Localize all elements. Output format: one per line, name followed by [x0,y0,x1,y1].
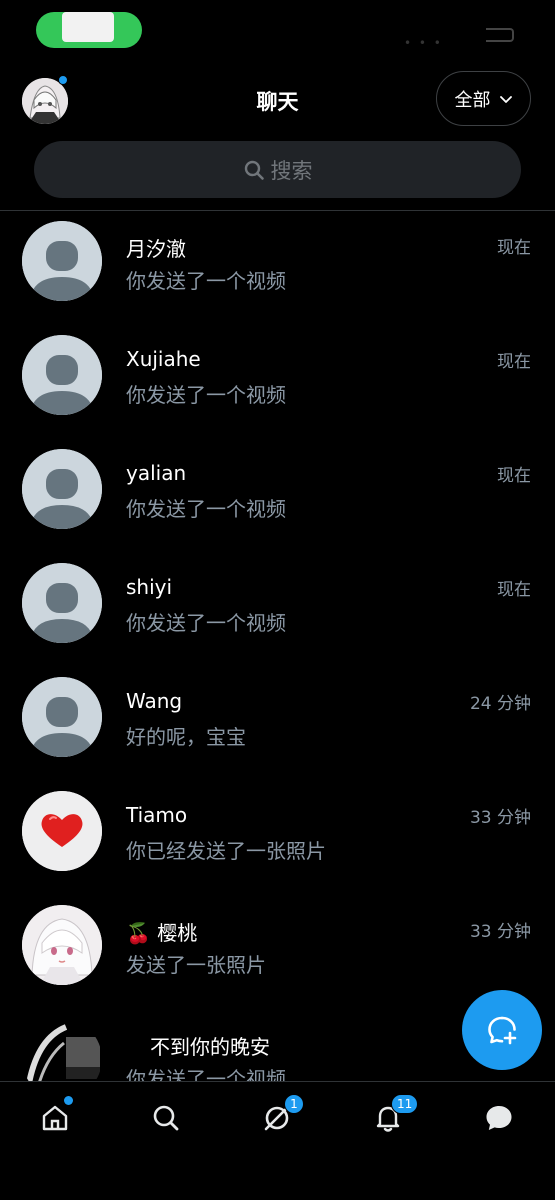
chat-name: Wang [126,689,183,713]
search-placeholder: 搜索 [270,158,313,183]
chat-list-item[interactable]: shiyi 你发送了一个视频 现在 [0,553,555,667]
chat-list: 月汐澈 你发送了一个视频 现在 Xujiahe 你发送了一个视频 现在 yali… [0,211,555,1081]
search-input[interactable]: 搜索 [34,141,521,198]
spaces-badge: 1 [284,1094,304,1114]
chat-name: 🍒 樱桃 [126,921,198,945]
nav-notifications[interactable]: 11 [363,1094,419,1138]
filter-button[interactable]: 全部 [436,71,531,126]
unread-dot [58,75,68,85]
chat-time: 24 分钟 [469,694,531,714]
default-avatar [22,335,102,415]
chat-name: 不到你的晚安 [150,1035,270,1059]
chat-list-item[interactable]: Xujiahe 你发送了一个视频 现在 [0,325,555,439]
chat-preview: 你发送了一个视频 [126,1067,286,1081]
chat-preview: 你发送了一个视频 [126,611,286,635]
filter-label: 全部 [454,89,491,111]
chat-preview: 你发送了一个视频 [126,269,286,293]
nav-home[interactable] [30,1096,80,1138]
nav-messages[interactable] [474,1098,524,1138]
notifications-badge: 11 [391,1094,419,1114]
chat-preview: 你已经发送了一张照片 [126,839,326,863]
chat-name: Xujiahe [126,347,201,371]
nav-search[interactable] [141,1098,191,1138]
signal-icon: • • • [404,36,443,50]
chat-preview: 你发送了一个视频 [126,383,286,407]
new-message-icon [488,1016,517,1045]
chat-name: yalian [126,461,187,485]
header: 聊天 全部 [0,70,555,130]
default-avatar [22,221,102,301]
chat-time: 现在 [497,352,531,372]
search-icon [244,160,264,180]
status-bar: • • • [0,0,555,60]
chat-name: shiyi [126,575,173,599]
bottom-nav: 1 11 [0,1081,555,1200]
chat-time: 现在 [497,238,531,258]
chat-time: 33 分钟 [469,808,531,828]
default-avatar [22,563,102,643]
search-icon [153,1105,179,1131]
photo-avatar [22,1019,102,1081]
messages-icon [486,1106,512,1130]
nav-spaces[interactable]: 1 [252,1094,304,1138]
home-unread-dot [64,1096,73,1105]
status-pill-mask [62,12,114,42]
chat-list-item[interactable]: yalian 你发送了一个视频 现在 [0,439,555,553]
chat-name: Tiamo [126,803,188,827]
home-icon [42,1105,68,1131]
chat-preview: 好的呢，宝宝 [126,725,246,749]
new-message-button[interactable] [462,990,542,1070]
default-avatar [22,677,102,757]
chat-list-item[interactable]: 🍒 樱桃 发送了一张照片 33 分钟 [0,895,555,1009]
chat-list-item[interactable]: 月汐澈 你发送了一个视频 现在 [0,211,555,325]
chat-name: 月汐澈 [126,237,186,261]
default-avatar [22,449,102,529]
battery-icon [486,28,514,42]
chat-time: 33 分钟 [469,922,531,942]
chat-time: 现在 [497,466,531,486]
chat-preview: 你发送了一个视频 [126,497,286,521]
anime-avatar [22,905,102,985]
chat-list-item[interactable]: Wang 好的呢，宝宝 24 分钟 [0,667,555,781]
heart-avatar [22,791,102,871]
chat-list-item[interactable]: Tiamo 你已经发送了一张照片 33 分钟 [0,781,555,895]
chevron-down-icon [499,95,512,103]
chat-time: 现在 [497,580,531,600]
chat-preview: 发送了一张照片 [126,953,266,977]
